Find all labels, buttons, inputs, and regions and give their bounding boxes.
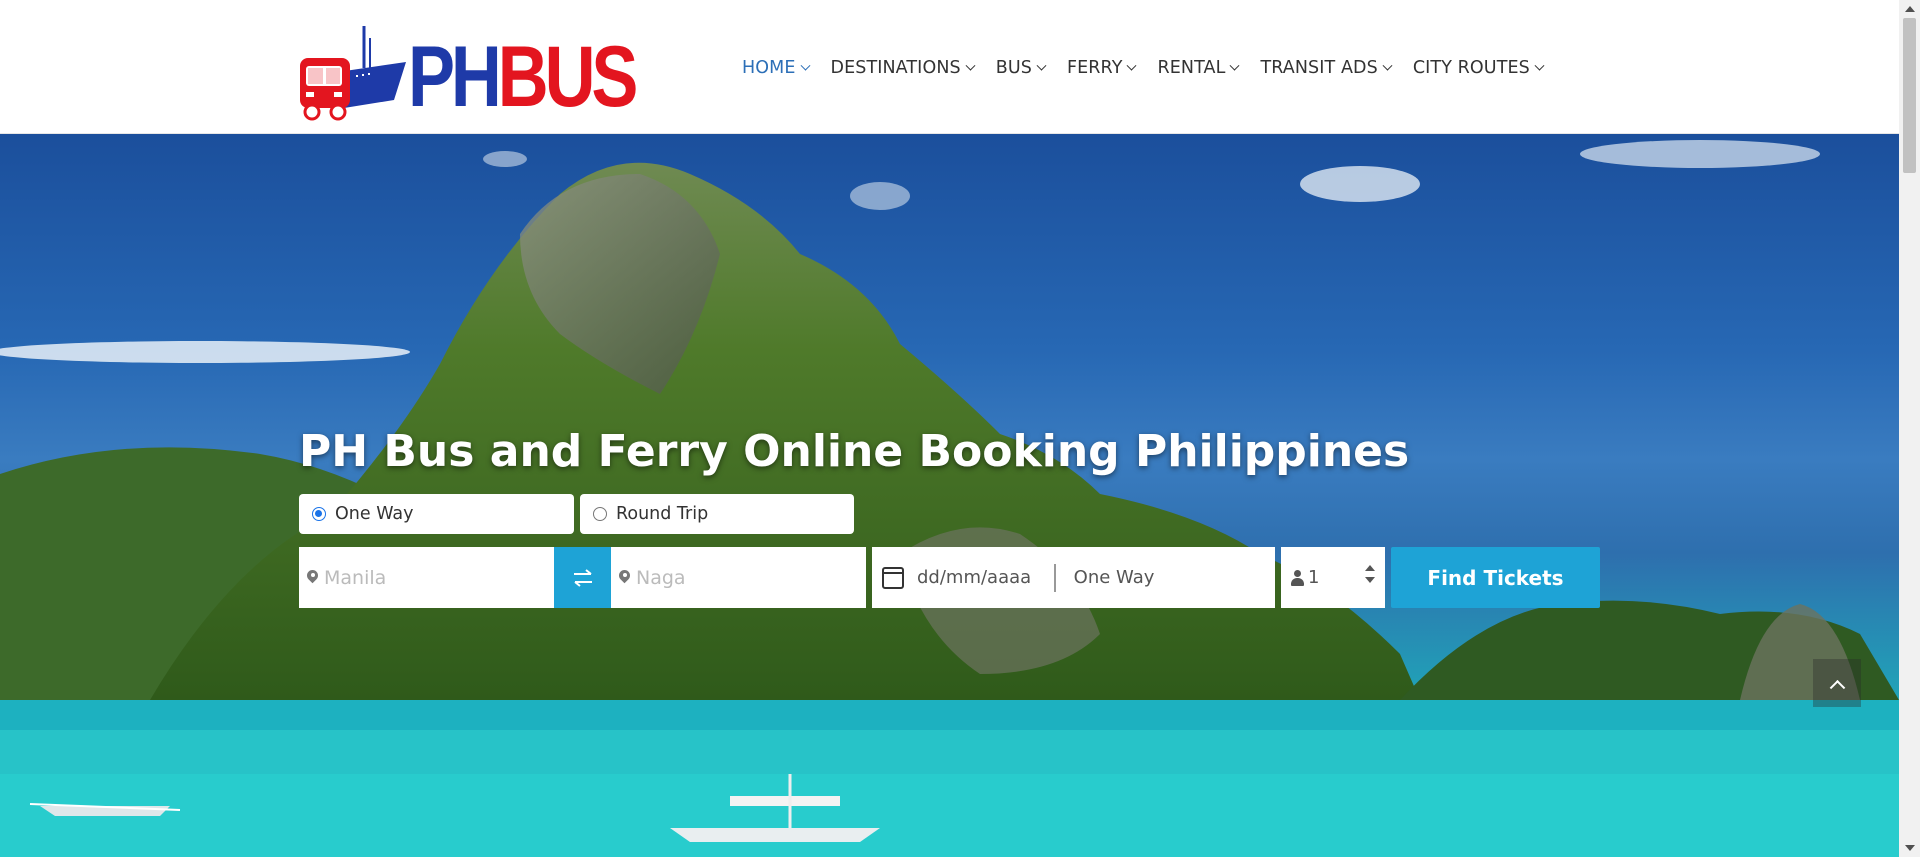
divider (1054, 563, 1056, 592)
scroll-down-icon[interactable] (1905, 845, 1915, 851)
chevron-up-icon (1829, 679, 1845, 696)
main-nav: HOME DESTINATIONS BUS FERRY RENTAL TRANS… (742, 58, 1565, 78)
nav-item-rental[interactable]: RENTAL (1157, 58, 1240, 78)
date-field[interactable]: dd/mm/aaaa One Way (872, 547, 1275, 608)
nav-item-ferry[interactable]: FERRY (1066, 58, 1137, 78)
nav-item-bus[interactable]: BUS (995, 58, 1047, 78)
chevron-down-icon (1036, 60, 1047, 71)
stepper-arrows[interactable] (1365, 565, 1375, 583)
scroll-up-icon[interactable] (1905, 6, 1915, 12)
logo-ph-text: PH (408, 29, 502, 125)
stepper-up-icon[interactable] (1365, 565, 1375, 571)
chevron-down-icon (965, 60, 976, 71)
chevron-down-icon (1534, 60, 1545, 71)
nav-item-label: BUS (995, 58, 1032, 78)
site-header: PHBUS HOME DESTINATIONS BUS FERRY RENTAL… (0, 0, 1899, 134)
date-input-placeholder: dd/mm/aaaa (917, 567, 1032, 588)
map-pin-icon (619, 570, 630, 585)
chevron-down-icon (1127, 60, 1137, 71)
radio-selected-icon (312, 507, 326, 521)
round-trip-label: Round Trip (616, 504, 709, 524)
nav-item-label: HOME (742, 58, 796, 78)
nav-item-city-routes[interactable]: CITY ROUTES (1412, 58, 1545, 78)
passengers-value: 1 (1308, 567, 1320, 588)
swap-arrows-icon (573, 568, 592, 587)
page-scrollbar[interactable] (1899, 0, 1920, 857)
origin-input-placeholder: Manila (324, 566, 387, 589)
chevron-down-icon (800, 60, 810, 71)
map-pin-icon (307, 570, 318, 585)
hero-title: PH Bus and Ferry Online Booking Philippi… (299, 426, 1410, 477)
radio-unselected-icon (593, 507, 607, 521)
hero-background-image (0, 140, 1899, 857)
back-to-top-button[interactable] (1813, 659, 1861, 707)
scroll-thumb[interactable] (1903, 18, 1916, 173)
find-tickets-button[interactable]: Find Tickets (1391, 547, 1600, 608)
nav-item-label: FERRY (1066, 58, 1123, 78)
destination-input-placeholder: Naga (636, 566, 686, 589)
destination-field[interactable]: Naga (611, 547, 866, 608)
one-way-radio[interactable]: One Way (299, 494, 574, 534)
nav-item-home[interactable]: HOME (742, 58, 810, 78)
bus-ship-logo-icon (300, 26, 406, 121)
calendar-icon (882, 566, 904, 589)
logo-bus-text: BUS (497, 29, 639, 125)
chevron-down-icon (1382, 60, 1393, 71)
hero-section: PH Bus and Ferry Online Booking Philippi… (0, 134, 1899, 857)
person-icon (1291, 569, 1304, 586)
chevron-down-icon (1230, 60, 1240, 71)
round-trip-radio[interactable]: Round Trip (580, 494, 854, 534)
nav-item-transit-ads[interactable]: TRANSIT ADS (1260, 58, 1393, 78)
logo-wordmark: PHBUS (408, 34, 638, 120)
one-way-label: One Way (335, 504, 414, 524)
nav-item-label: RENTAL (1157, 58, 1226, 78)
logo[interactable]: PHBUS (298, 24, 638, 122)
nav-item-destinations[interactable]: DESTINATIONS (830, 58, 976, 78)
swap-locations-button[interactable] (554, 547, 611, 608)
nav-item-label: DESTINATIONS (830, 58, 961, 78)
passengers-stepper[interactable]: 1 (1281, 547, 1385, 608)
return-date-label[interactable]: One Way (1074, 567, 1155, 588)
nav-item-label: CITY ROUTES (1412, 58, 1530, 78)
stepper-down-icon[interactable] (1365, 577, 1375, 583)
nav-item-label: TRANSIT ADS (1260, 58, 1378, 78)
origin-field[interactable]: Manila (299, 547, 554, 608)
